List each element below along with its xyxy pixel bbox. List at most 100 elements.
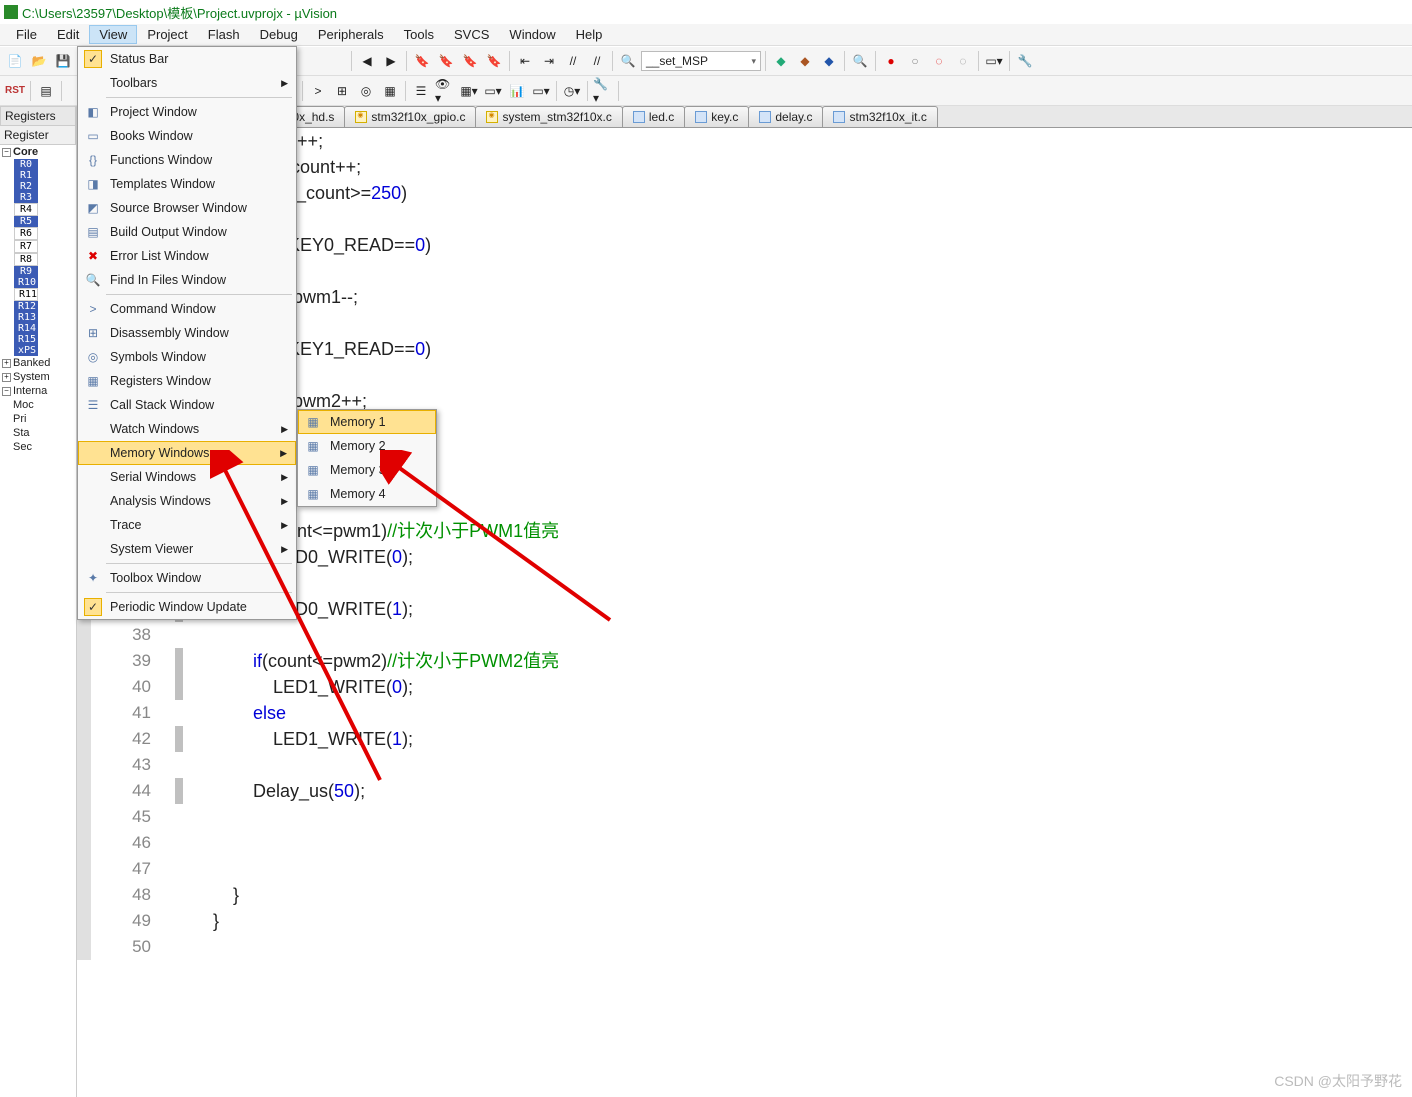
bookmark3-icon[interactable]: 🔖	[459, 50, 481, 72]
analysis-icon[interactable]: 📊	[506, 80, 528, 102]
configure-icon[interactable]: 🔧	[1014, 50, 1036, 72]
code-line-40[interactable]: 40 LED1_WRITE(0);	[77, 674, 1412, 700]
view-memory-windows[interactable]: Memory Windows▶	[78, 441, 296, 465]
tools-icon[interactable]: 🔧▾	[592, 80, 614, 102]
menu-edit[interactable]: Edit	[47, 25, 89, 44]
menu-project[interactable]: Project	[137, 25, 197, 44]
view-call-stack-window[interactable]: ☰Call Stack Window	[78, 393, 296, 417]
view-trace[interactable]: Trace▶	[78, 513, 296, 537]
view-symbols-window[interactable]: ◎Symbols Window	[78, 345, 296, 369]
bookmark4-icon[interactable]: 🔖	[483, 50, 505, 72]
view-functions-window[interactable]: {}Functions Window	[78, 148, 296, 172]
mem-icon[interactable]: ▦▾	[458, 80, 480, 102]
register-R10[interactable]: R10	[14, 277, 38, 288]
register-xPS[interactable]: xPS	[14, 345, 38, 356]
memory-3[interactable]: ▦Memory 3	[298, 458, 436, 482]
view-serial-windows[interactable]: Serial Windows▶	[78, 465, 296, 489]
code-line-39[interactable]: 39 if(count<=pwm2)//计次小于PWM2值亮	[77, 648, 1412, 674]
outdent-icon[interactable]: ⇤	[514, 50, 536, 72]
tree-node-pri[interactable]: Pri	[0, 412, 76, 426]
view-menu-dropdown[interactable]: ✓Status BarToolbars▶◧Project Window▭Book…	[77, 46, 297, 620]
register-R14[interactable]: R14	[14, 323, 38, 334]
view-disassembly-window[interactable]: ⊞Disassembly Window	[78, 321, 296, 345]
tab-system_stm32f10x-c[interactable]: system_stm32f10x.c	[475, 106, 622, 127]
code-line-42[interactable]: 42 LED1_WRITE(1);	[77, 726, 1412, 752]
code-line-44[interactable]: 44 Delay_us(50);	[77, 778, 1412, 804]
register-R6[interactable]: R6	[14, 227, 38, 240]
cmd-icon[interactable]: >	[307, 80, 329, 102]
search-combo[interactable]: __set_MSP	[641, 51, 761, 71]
register-R15[interactable]: R15	[14, 334, 38, 345]
register-R1[interactable]: R1	[14, 170, 38, 181]
tree-node-sta[interactable]: Sta	[0, 426, 76, 440]
rst-icon[interactable]: RST	[4, 80, 26, 102]
tab-stm32f10x_gpio-c[interactable]: stm32f10x_gpio.c	[344, 106, 476, 127]
uncomment-icon[interactable]: //	[586, 50, 608, 72]
tree-node-sec[interactable]: Sec	[0, 440, 76, 454]
window-icon[interactable]: ▭▾	[983, 50, 1005, 72]
reg-icon[interactable]: ▦	[379, 80, 401, 102]
code-line-49[interactable]: 49 }	[77, 908, 1412, 934]
nav-fwd-icon[interactable]: ▶	[380, 50, 402, 72]
save-icon[interactable]: 💾	[52, 50, 74, 72]
register-R12[interactable]: R12	[14, 301, 38, 312]
view-analysis-windows[interactable]: Analysis Windows▶	[78, 489, 296, 513]
view-toolbars[interactable]: Toolbars▶	[78, 71, 296, 95]
tab-delay-c[interactable]: delay.c	[748, 106, 823, 127]
tree-node-banked[interactable]: +Banked	[0, 356, 76, 370]
code-line-45[interactable]: 45	[77, 804, 1412, 830]
view-error-list-window[interactable]: ✖Error List Window	[78, 244, 296, 268]
register-R2[interactable]: R2	[14, 181, 38, 192]
menu-view[interactable]: View	[89, 25, 137, 44]
sys-icon[interactable]: ◷▾	[561, 80, 583, 102]
memory-4[interactable]: ▦Memory 4	[298, 482, 436, 506]
bookmark-icon[interactable]: 🔖	[411, 50, 433, 72]
menu-peripherals[interactable]: Peripherals	[308, 25, 394, 44]
bp-kill-icon[interactable]: ◌	[928, 50, 950, 72]
menu-help[interactable]: Help	[566, 25, 613, 44]
menu-flash[interactable]: Flash	[198, 25, 250, 44]
tree-node-system[interactable]: +System	[0, 370, 76, 384]
tab-key-c[interactable]: key.c	[684, 106, 749, 127]
trace-icon[interactable]: ▭▾	[530, 80, 552, 102]
register-R3[interactable]: R3	[14, 192, 38, 203]
watch-icon[interactable]: 👁▾	[434, 80, 456, 102]
register-R0[interactable]: R0	[14, 159, 38, 170]
register-R11[interactable]: R11	[14, 288, 38, 301]
menu-window[interactable]: Window	[499, 25, 565, 44]
menu-file[interactable]: File	[6, 25, 47, 44]
open-file-icon[interactable]: 📂	[28, 50, 50, 72]
run-icon[interactable]: ▤	[35, 80, 57, 102]
serial-icon[interactable]: ▭▾	[482, 80, 504, 102]
tree-node-moc[interactable]: Moc	[0, 398, 76, 412]
view-books-window[interactable]: ▭Books Window	[78, 124, 296, 148]
tab-stm32f10x_it-c[interactable]: stm32f10x_it.c	[822, 106, 937, 127]
register-R4[interactable]: R4	[14, 203, 38, 216]
code-line-43[interactable]: 43	[77, 752, 1412, 778]
view-system-viewer[interactable]: System Viewer▶	[78, 537, 296, 561]
pe3-icon[interactable]: ◆	[818, 50, 840, 72]
code-line-47[interactable]: 47	[77, 856, 1412, 882]
code-line-46[interactable]: 46	[77, 830, 1412, 856]
view-toolbox-window[interactable]: ✦Toolbox Window	[78, 566, 296, 590]
indent-icon[interactable]: ⇥	[538, 50, 560, 72]
code-line-38[interactable]: 38	[77, 622, 1412, 648]
callstack-icon[interactable]: ☰	[410, 80, 432, 102]
bookmark2-icon[interactable]: 🔖	[435, 50, 457, 72]
sym-icon[interactable]: ◎	[355, 80, 377, 102]
memory-2[interactable]: ▦Memory 2	[298, 434, 436, 458]
disasm-icon[interactable]: ⊞	[331, 80, 353, 102]
code-line-50[interactable]: 50	[77, 934, 1412, 960]
bp-killall-icon[interactable]: ◌	[952, 50, 974, 72]
code-line-48[interactable]: 48 }	[77, 882, 1412, 908]
register-R8[interactable]: R8	[14, 253, 38, 266]
menu-tools[interactable]: Tools	[394, 25, 444, 44]
view-command-window[interactable]: >Command Window	[78, 297, 296, 321]
nav-back-icon[interactable]: ◀	[356, 50, 378, 72]
view-periodic-window-update[interactable]: ✓Periodic Window Update	[78, 595, 296, 619]
view-watch-windows[interactable]: Watch Windows▶	[78, 417, 296, 441]
pe-icon[interactable]: ◆	[770, 50, 792, 72]
register-R9[interactable]: R9	[14, 266, 38, 277]
menu-svcs[interactable]: SVCS	[444, 25, 499, 44]
bp-disable-icon[interactable]: ○	[904, 50, 926, 72]
